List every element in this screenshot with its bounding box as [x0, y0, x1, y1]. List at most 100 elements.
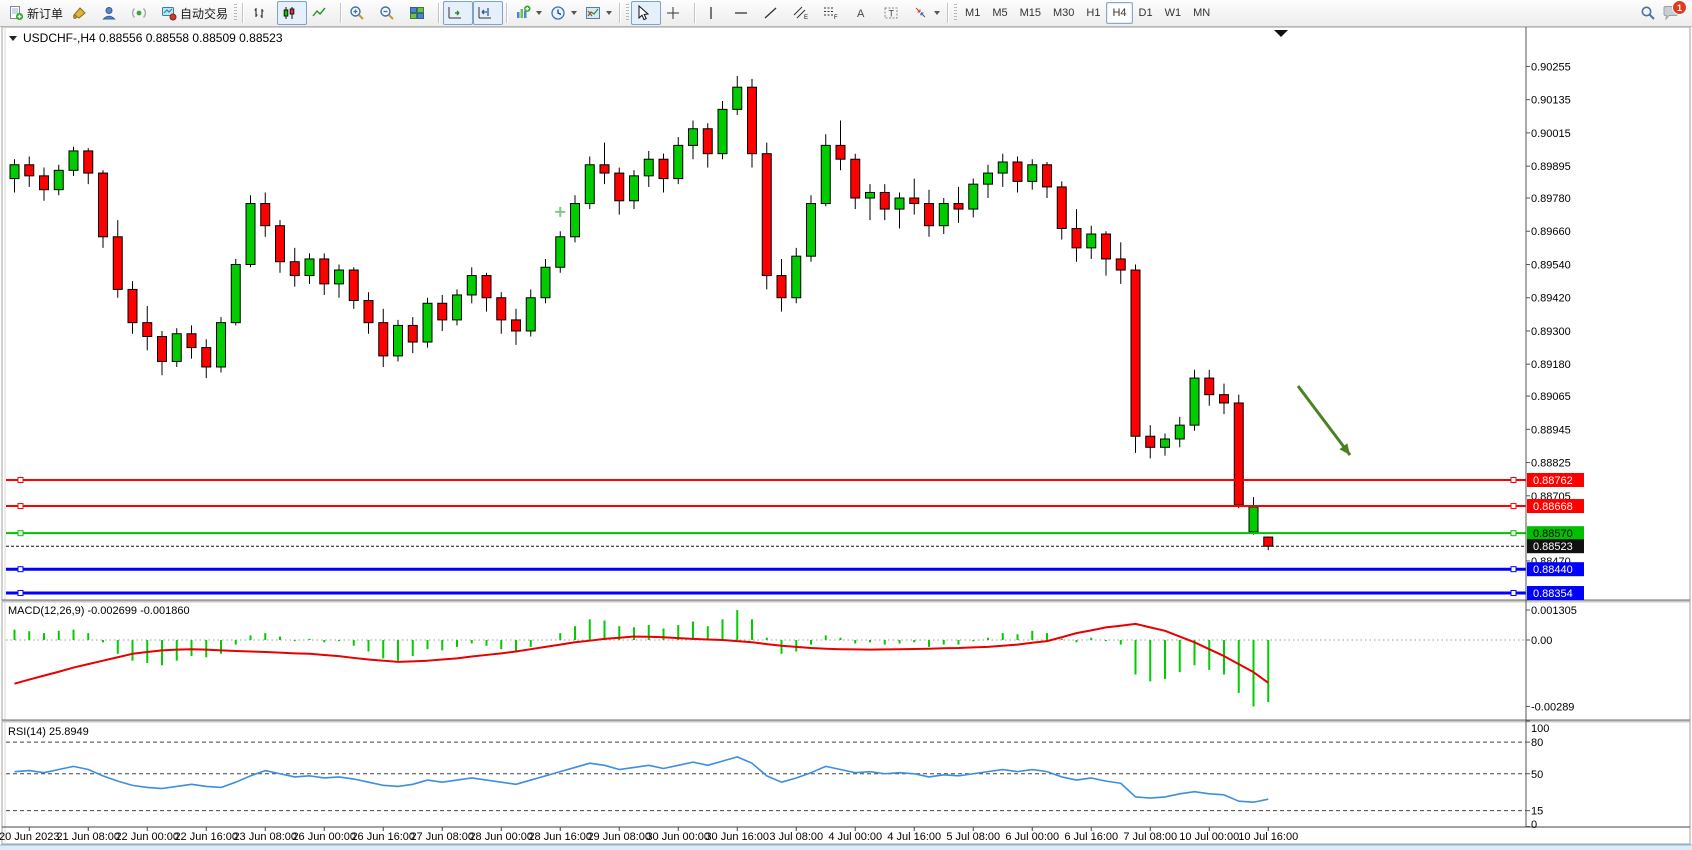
- candle-body: [1249, 507, 1258, 532]
- timeframe-h4-button[interactable]: H4: [1106, 2, 1132, 24]
- price-axis-tick-label: 0.89895: [1531, 161, 1571, 173]
- vertical-line-icon: [703, 5, 719, 21]
- text-icon: A: [853, 5, 869, 21]
- styler-button[interactable]: [67, 1, 97, 25]
- candle-body: [984, 173, 993, 184]
- news-button[interactable]: [127, 1, 157, 25]
- resistance-line-1-handle[interactable]: [1511, 478, 1516, 483]
- candle-body: [939, 204, 948, 226]
- arrows-tool-button[interactable]: [909, 1, 944, 25]
- chart-shift-button[interactable]: [473, 1, 503, 25]
- crosshair-tool-button[interactable]: [661, 1, 691, 25]
- candle-body: [54, 170, 63, 189]
- candle-body: [497, 298, 506, 320]
- broadcast-icon: [131, 5, 147, 21]
- tile-windows-icon: [409, 5, 425, 21]
- tile-windows-button[interactable]: [405, 1, 435, 25]
- current-price-line-price-tag-label: 0.88523: [1533, 541, 1573, 553]
- candle-body: [1264, 537, 1273, 546]
- templates-button[interactable]: [581, 1, 616, 25]
- autotrading-button[interactable]: 自动交易: [157, 1, 232, 25]
- price-axis-tick-label: 0.89780: [1531, 193, 1571, 205]
- candle-body: [1116, 259, 1125, 270]
- timeframe-mn-button[interactable]: MN: [1187, 2, 1216, 24]
- support-line-green-price-tag-label: 0.88570: [1533, 528, 1573, 540]
- candlestick-chart-button[interactable]: [277, 1, 307, 25]
- price-axis-tick-label: 0.90015: [1531, 128, 1571, 140]
- resistance-line-2-price-tag-label: 0.88668: [1533, 501, 1573, 513]
- candle-body: [925, 204, 934, 226]
- profiles-button[interactable]: [97, 1, 127, 25]
- candle-body: [585, 165, 594, 204]
- timeframe-m15-button[interactable]: M15: [1014, 2, 1047, 24]
- horizontal-line-tool-button[interactable]: [729, 1, 759, 25]
- new-order-icon: [8, 5, 24, 21]
- candle-body: [261, 204, 270, 226]
- candle-body: [792, 256, 801, 298]
- support-line-blue-2-price-tag-label: 0.88354: [1533, 588, 1573, 600]
- auto-scroll-button[interactable]: [443, 1, 473, 25]
- toolbar-separator: [506, 3, 508, 23]
- chart-canvas[interactable]: MACD(12,26,9) -0.002699 -0.001860RSI(14)…: [0, 0, 1692, 850]
- timeframe-w1-button[interactable]: W1: [1159, 2, 1188, 24]
- candle-body: [305, 259, 314, 276]
- candle-body: [1146, 436, 1155, 447]
- support-line-green-handle[interactable]: [18, 531, 23, 536]
- candle-body: [349, 270, 358, 300]
- toolbar-separator: [438, 3, 440, 23]
- candlestick-chart-icon: [281, 5, 297, 21]
- cursor-tool-button[interactable]: [631, 1, 661, 25]
- text-label-tool-button[interactable]: T: [879, 1, 909, 25]
- candle-body: [453, 295, 462, 320]
- support-line-blue-2-handle[interactable]: [18, 591, 23, 596]
- macd-axis-label: 0.00: [1531, 635, 1552, 647]
- timeframe-h1-button[interactable]: H1: [1080, 2, 1106, 24]
- candle-body: [703, 129, 712, 154]
- rsi-label: RSI(14) 25.8949: [8, 726, 89, 738]
- bar-chart-button[interactable]: [247, 1, 277, 25]
- timeframe-m30-button[interactable]: M30: [1047, 2, 1080, 24]
- svg-text:T: T: [889, 9, 895, 19]
- candle-body: [1028, 165, 1037, 182]
- timeframe-m5-button[interactable]: M5: [986, 2, 1013, 24]
- candle-body: [438, 303, 447, 320]
- line-chart-button[interactable]: [307, 1, 337, 25]
- time-axis-label: 22 Jun 16:00: [174, 831, 238, 843]
- fibonacci-tool-button[interactable]: F: [819, 1, 849, 25]
- new-order-button[interactable]: 新订单: [4, 1, 67, 25]
- resistance-line-2-handle[interactable]: [18, 504, 23, 509]
- svg-text:F: F: [834, 15, 838, 21]
- support-line-blue-2-handle[interactable]: [1511, 591, 1516, 596]
- timeframe-m1-button[interactable]: M1: [959, 2, 986, 24]
- svg-text:E: E: [804, 15, 808, 21]
- trendline-tool-button[interactable]: [759, 1, 789, 25]
- resistance-line-1-handle[interactable]: [18, 478, 23, 483]
- periods-button[interactable]: [546, 1, 581, 25]
- macd-axis-label: 0.001305: [1531, 605, 1577, 617]
- text-tool-button[interactable]: A: [849, 1, 879, 25]
- candle-body: [777, 276, 786, 298]
- resistance-line-2-handle[interactable]: [1511, 504, 1516, 509]
- candle-body: [836, 145, 845, 159]
- support-line-blue-1-handle[interactable]: [1511, 567, 1516, 572]
- timeframe-d1-button[interactable]: D1: [1133, 2, 1159, 24]
- candle-body: [423, 303, 432, 342]
- zoom-in-button[interactable]: [345, 1, 375, 25]
- search-icon[interactable]: [1640, 5, 1656, 21]
- candle-body: [571, 204, 580, 237]
- time-axis-label: 10 Jul 16:00: [1238, 831, 1298, 843]
- dropdown-caret-icon: [536, 11, 542, 15]
- autotrading-label: 自动交易: [180, 5, 228, 22]
- indicators-button[interactable]: [511, 1, 546, 25]
- vertical-line-tool-button[interactable]: [699, 1, 729, 25]
- toolbar-right-group: 1: [1640, 5, 1688, 21]
- zoom-out-button[interactable]: [375, 1, 405, 25]
- support-line-green-handle[interactable]: [1511, 531, 1516, 536]
- price-axis-tick-label: 0.90135: [1531, 95, 1571, 107]
- support-line-blue-1-handle[interactable]: [18, 567, 23, 572]
- channel-tool-button[interactable]: E: [789, 1, 819, 25]
- rsi-axis-label: 15: [1531, 806, 1543, 818]
- chart-title: USDCHF-,H4 0.88556 0.88558 0.88509 0.885…: [23, 31, 283, 45]
- notifications-button[interactable]: 1: [1662, 5, 1680, 21]
- candle-body: [659, 159, 668, 178]
